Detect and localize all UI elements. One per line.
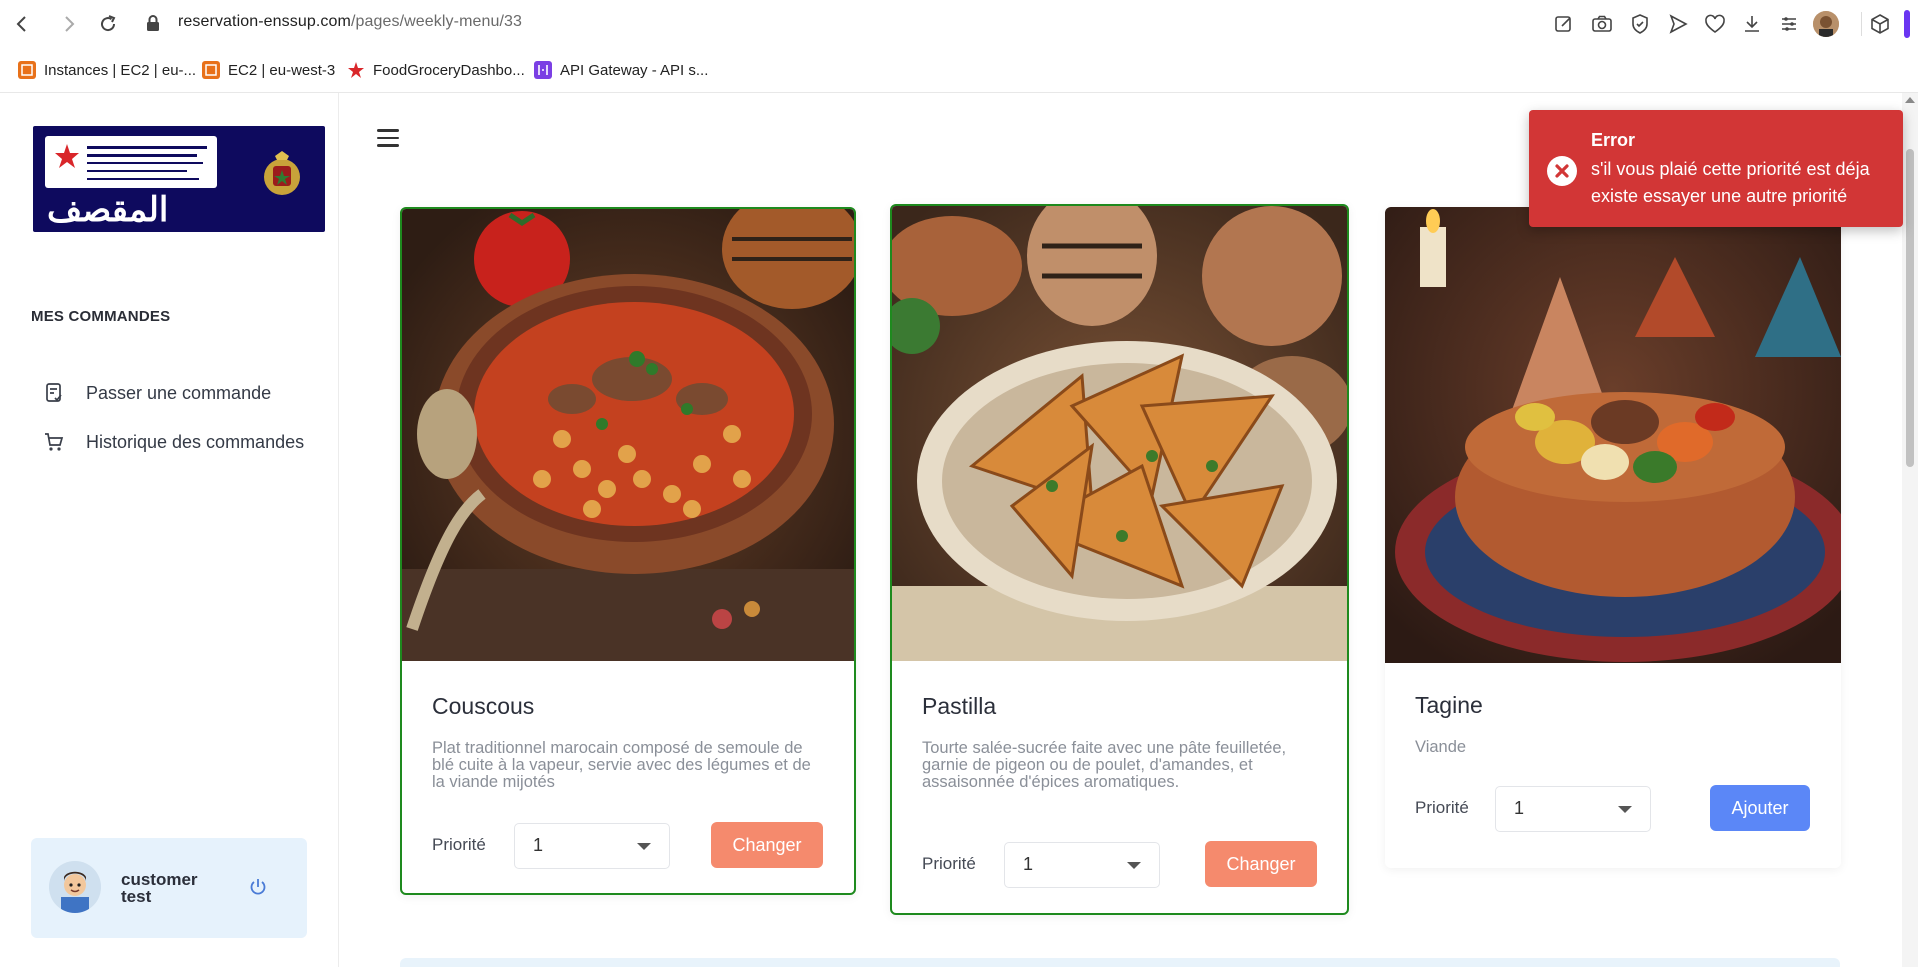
dish-image	[402, 209, 854, 661]
bookmark-item[interactable]: API Gateway - API s...	[534, 60, 708, 80]
chevron-down-icon	[637, 843, 651, 850]
shield-icon[interactable]	[1628, 12, 1652, 36]
card-title: Pastilla	[922, 693, 997, 719]
card-title: Couscous	[432, 693, 535, 719]
menu-card-couscous: Couscous Plat traditionnel marocain comp…	[400, 207, 856, 895]
priority-label: Priorité	[1415, 798, 1469, 817]
next-section-edge	[400, 958, 1840, 967]
order-list-icon	[46, 383, 62, 402]
toolbar-divider	[1861, 12, 1862, 36]
forward-icon[interactable]	[55, 10, 83, 38]
send-icon[interactable]	[1666, 12, 1690, 36]
sidebar-item-new-order[interactable]: Passer une commande	[42, 379, 271, 407]
menu-lines-icon[interactable]	[1777, 12, 1801, 36]
aws-ec2-icon	[18, 61, 36, 79]
sidebar-item-order-history[interactable]: Historique des commandes	[42, 428, 304, 456]
priority-select[interactable]: 1	[514, 823, 670, 869]
star-logo-icon	[347, 61, 365, 79]
hamburger-menu-icon[interactable]	[377, 129, 399, 147]
card-description: Viande	[1415, 738, 1467, 756]
menu-card-tagine: Tagine Viande Priorité 1 Ajouter	[1385, 207, 1841, 868]
heart-icon[interactable]	[1703, 12, 1727, 36]
scroll-up-icon[interactable]	[1905, 97, 1915, 103]
change-button[interactable]: Changer	[711, 822, 823, 868]
card-title: Tagine	[1415, 692, 1483, 718]
profile-avatar[interactable]	[1813, 11, 1839, 37]
address-bar[interactable]: reservation-enssup.com/pages/weekly-menu…	[178, 13, 522, 31]
download-icon[interactable]	[1740, 12, 1764, 36]
cart-icon	[45, 433, 64, 451]
sidebar-toggle[interactable]	[1904, 10, 1910, 38]
reload-icon[interactable]	[94, 10, 122, 38]
url-host: reservation-enssup.com	[178, 13, 351, 30]
error-circle-icon	[1547, 156, 1577, 186]
page-scrollbar[interactable]	[1902, 93, 1918, 967]
priority-label: Priorité	[432, 835, 486, 854]
bookmark-label: API Gateway - API s...	[560, 61, 709, 79]
app-logo[interactable]: المقصف	[33, 126, 325, 232]
edit-icon[interactable]	[1552, 12, 1576, 36]
bookmark-item[interactable]: Instances | EC2 | eu-...	[18, 60, 196, 80]
power-icon[interactable]	[247, 876, 269, 898]
bookmark-item[interactable]: EC2 | eu-west-3	[202, 60, 335, 80]
sidebar-item-label: Historique des commandes	[86, 431, 305, 452]
sidebar-item-label: Passer une commande	[86, 382, 272, 403]
priority-value: 1	[1514, 798, 1525, 818]
logo-wordmark: المقصف	[47, 190, 169, 230]
user-name: customer test	[121, 870, 198, 906]
bookmark-label: EC2 | eu-west-3	[228, 61, 336, 79]
bookmark-label: FoodGroceryDashbo...	[373, 61, 525, 79]
coat-of-arms-icon	[255, 148, 309, 202]
aws-ec2-icon	[202, 61, 220, 79]
bookmarks-bar: Instances | EC2 | eu-... EC2 | eu-west-3…	[0, 48, 1918, 93]
bookmark-label: Instances | EC2 | eu-...	[44, 61, 197, 79]
api-gateway-icon	[534, 61, 552, 79]
lock-icon[interactable]	[146, 14, 160, 32]
change-button[interactable]: Changer	[1205, 841, 1317, 887]
browser-toolbar: reservation-enssup.com/pages/weekly-menu…	[0, 0, 1918, 48]
avatar[interactable]	[49, 861, 101, 913]
dish-image	[1385, 207, 1841, 663]
foundation-logo-badge	[45, 136, 217, 188]
back-icon[interactable]	[8, 10, 36, 38]
extension-cube-icon[interactable]	[1868, 12, 1892, 36]
chevron-down-icon	[1618, 806, 1632, 813]
menu-card-pastilla: Pastilla Tourte salée-sucrée faite avec …	[890, 204, 1349, 915]
sidebar: المقصف MES COMMANDES Passer une commande…	[0, 93, 339, 967]
add-button[interactable]: Ajouter	[1710, 785, 1810, 831]
card-description: Plat traditionnel marocain composé de se…	[432, 739, 811, 791]
priority-select[interactable]: 1	[1004, 842, 1160, 888]
chevron-down-icon	[1127, 862, 1141, 869]
priority-value: 1	[533, 835, 544, 855]
scroll-thumb[interactable]	[1906, 149, 1914, 467]
bookmark-item[interactable]: FoodGroceryDashbo...	[347, 60, 525, 80]
toast-title: Error	[1591, 130, 1636, 150]
url-path: /pages/weekly-menu/33	[350, 13, 523, 30]
dish-image	[892, 206, 1347, 661]
user-card: customer test	[31, 838, 307, 938]
section-title: MES COMMANDES	[31, 308, 171, 325]
priority-value: 1	[1023, 854, 1034, 874]
toast-message: s'il vous plaié cette priorité est déja …	[1591, 159, 1870, 206]
camera-icon[interactable]	[1590, 12, 1614, 36]
card-description: Tourte salée-sucrée faite avec une pâte …	[922, 739, 1287, 791]
priority-select[interactable]: 1	[1495, 786, 1651, 832]
error-toast[interactable]: Error s'il vous plaié cette priorité est…	[1529, 110, 1903, 227]
priority-label: Priorité	[922, 854, 976, 873]
